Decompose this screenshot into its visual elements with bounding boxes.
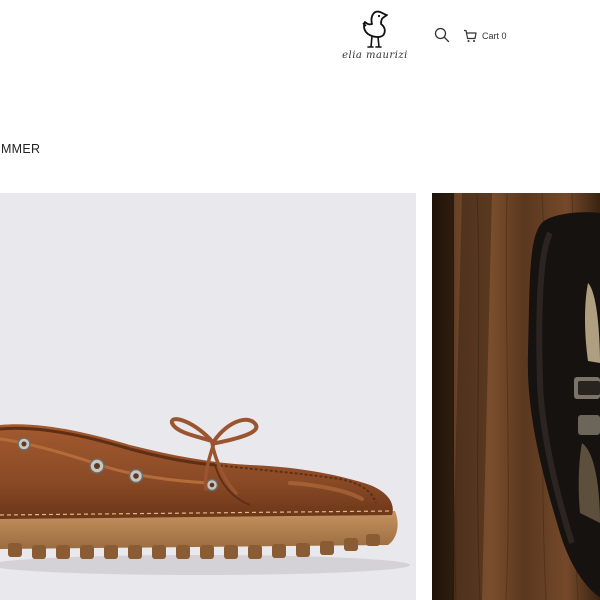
product-card-2[interactable] [432,193,600,600]
page: elia maurizi Cart 0 SUMMER [0,0,600,600]
product-card-1[interactable] [0,193,416,600]
search-button[interactable] [434,27,452,45]
brand-logo[interactable]: elia maurizi [338,6,412,66]
site-header: elia maurizi Cart 0 [0,0,600,90]
cart-icon [464,29,477,42]
product-image-shoe-on-wood [432,193,600,600]
bird-logo-icon [362,10,388,48]
collection-title: SUMMER [0,142,41,156]
cart-button[interactable]: Cart 0 [463,27,507,45]
brand-logo-text: elia maurizi [342,50,408,61]
search-icon [434,27,450,43]
product-image-boat-shoe [0,417,410,575]
cart-label: Cart 0 [482,31,507,41]
